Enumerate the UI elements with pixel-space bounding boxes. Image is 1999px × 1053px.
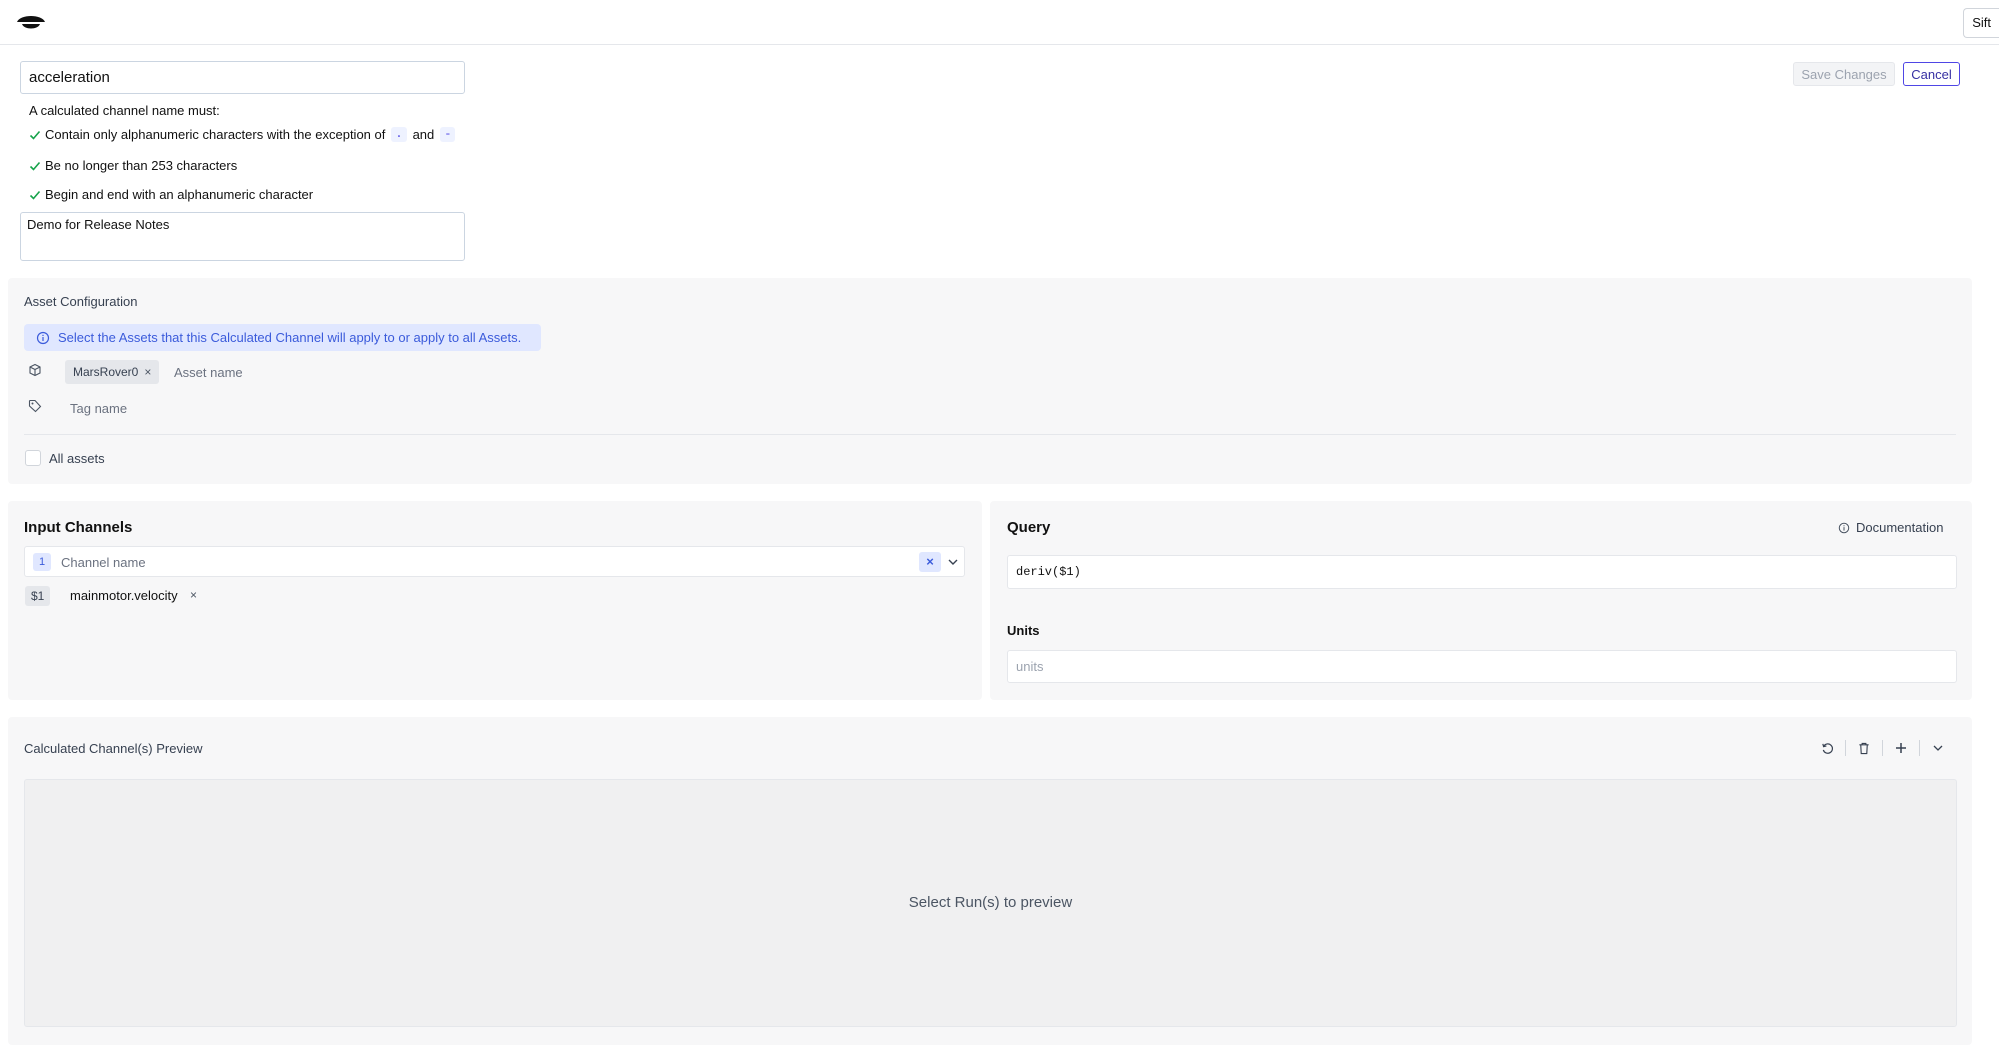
clear-channel-button[interactable]: ×: [919, 552, 941, 572]
trash-icon: [1859, 742, 1869, 754]
query-editor[interactable]: deriv($1): [1007, 555, 1957, 589]
input-channels-panel: Input Channels 1 Channel name × $1 mainm…: [8, 501, 982, 700]
check-icon: [29, 130, 41, 140]
all-assets-checkbox[interactable]: [25, 450, 41, 466]
rule-text: Begin and end with an alphanumeric chara…: [45, 187, 314, 202]
documentation-link[interactable]: Documentation: [1838, 520, 1943, 535]
cube-icon: [29, 363, 41, 377]
asset-name-input[interactable]: Asset name: [174, 365, 243, 380]
query-panel: Query Documentation deriv($1) Units unit…: [990, 501, 1972, 700]
rule-text-and: and: [412, 127, 435, 142]
user-menu-button[interactable]: Sift: [1963, 8, 1999, 38]
plus-icon: [1896, 743, 1906, 753]
asset-info-text: Select the Assets that this Calculated C…: [58, 330, 522, 345]
input-channels-title: Input Channels: [24, 519, 133, 536]
name-rules-title: A calculated channel name must:: [29, 103, 220, 118]
preview-toolbar: [1809, 739, 1956, 757]
rule-text: Be no longer than 253 characters: [45, 158, 238, 173]
name-rule-begin-end: Begin and end with an alphanumeric chara…: [29, 187, 313, 202]
documentation-label: Documentation: [1856, 520, 1944, 535]
asset-info-banner: Select the Assets that this Calculated C…: [24, 324, 541, 351]
preview-title: Calculated Channel(s) Preview: [24, 741, 203, 756]
expand-button[interactable]: [1920, 739, 1956, 757]
preview-empty-message: Select Run(s) to preview: [908, 894, 1073, 911]
rule-char-dot: .: [391, 127, 407, 142]
check-icon: [29, 190, 41, 200]
asset-chip-label: MarsRover0: [73, 365, 139, 379]
channel-select[interactable]: 1 Channel name ×: [24, 546, 965, 577]
delete-button[interactable]: [1846, 739, 1882, 757]
asset-chip[interactable]: MarsRover0 ×: [65, 360, 160, 384]
refresh-button[interactable]: [1809, 739, 1845, 757]
chevron-down-icon[interactable]: [947, 556, 959, 568]
info-icon: [1838, 522, 1850, 533]
sift-logo-icon[interactable]: [15, 10, 47, 34]
rule-text: Contain only alphanumeric characters wit…: [45, 127, 386, 142]
remove-asset-icon[interactable]: ×: [144, 365, 151, 379]
description-textarea[interactable]: Demo for Release Notes: [20, 212, 465, 261]
cancel-button[interactable]: Cancel: [1903, 62, 1960, 86]
selected-channel-name: mainmotor.velocity: [70, 588, 178, 603]
name-rule-length: Be no longer than 253 characters: [29, 158, 237, 173]
channel-index-badge: 1: [33, 553, 51, 571]
channel-name-input[interactable]: [20, 61, 465, 94]
tag-icon: [28, 399, 42, 413]
units-input[interactable]: units: [1007, 650, 1957, 683]
preview-panel: Calculated Channel(s) Preview Select Run…: [8, 717, 1972, 1045]
all-assets-label: All assets: [49, 451, 105, 466]
info-icon: [36, 331, 50, 345]
refresh-icon: [1821, 742, 1833, 754]
divider: [24, 434, 1956, 435]
chevron-down-icon: [1933, 745, 1943, 751]
query-title: Query: [1007, 519, 1051, 536]
channel-name-input[interactable]: Channel name: [61, 555, 146, 570]
preview-area: Select Run(s) to preview: [24, 779, 1957, 1027]
asset-configuration-panel: Asset Configuration Select the Assets th…: [8, 278, 1972, 484]
units-label: Units: [1007, 623, 1040, 638]
remove-channel-icon[interactable]: ×: [190, 588, 197, 602]
name-rule-alphanumeric: Contain only alphanumeric characters wit…: [29, 127, 457, 142]
tag-name-input[interactable]: Tag name: [70, 401, 127, 416]
channel-variable-badge: $1: [25, 586, 51, 606]
asset-configuration-title: Asset Configuration: [24, 294, 138, 309]
save-changes-button[interactable]: Save Changes: [1793, 62, 1895, 86]
rule-char-dash: -: [440, 127, 456, 142]
check-icon: [29, 161, 41, 171]
add-button[interactable]: [1883, 739, 1919, 757]
top-bar: Sift: [0, 0, 1999, 45]
